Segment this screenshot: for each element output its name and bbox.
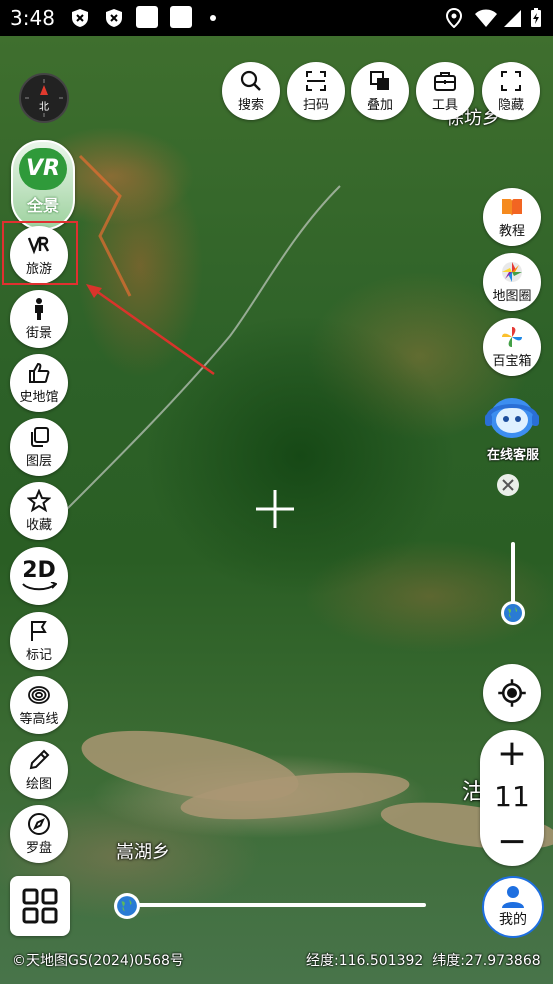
pinwheel-icon	[502, 327, 522, 347]
customer-service-label: 在线客服	[486, 448, 539, 463]
zoom-in-button[interactable]: +	[480, 734, 544, 774]
2d-3d-toggle-button[interactable]: 2D	[10, 547, 68, 605]
horizontal-slider[interactable]	[122, 903, 426, 907]
2d-label: 2D	[22, 558, 56, 583]
hide-label: 隐藏	[497, 98, 524, 113]
star-icon	[27, 489, 51, 513]
shield-x-icon	[70, 8, 90, 28]
toolbox-treasure-label: 百宝箱	[492, 354, 532, 369]
scan-label: 扫码	[302, 98, 329, 113]
customer-service-button[interactable]: 在线客服	[478, 390, 548, 466]
minus-icon: −	[496, 821, 528, 862]
layers-icon	[31, 427, 49, 447]
rotate-2d-icon	[22, 582, 57, 591]
mark-label: 标记	[25, 648, 52, 663]
aperture-icon	[502, 262, 522, 282]
signal-icon	[502, 8, 522, 28]
copyright-text: ©天地图GS(2024)0568号	[12, 953, 184, 969]
book-icon	[502, 199, 522, 216]
grid-icon	[22, 888, 58, 924]
history-museum-label: 史地馆	[19, 390, 59, 405]
close-icon	[502, 479, 514, 491]
locate-icon	[498, 679, 526, 707]
mark-button[interactable]: 标记	[10, 612, 68, 670]
me-button[interactable]: 我的	[482, 876, 544, 938]
menu-grid-button[interactable]	[10, 876, 70, 936]
tools-button[interactable]: 工具	[416, 62, 474, 120]
flag-icon	[31, 621, 47, 641]
wifi-icon	[474, 8, 498, 28]
robot-avatar-icon	[485, 398, 539, 438]
location-icon	[444, 7, 464, 29]
overlay-label: 叠加	[366, 98, 393, 113]
compass-label: 北	[39, 101, 49, 113]
coordinates-readout: 经度:116.501392 纬度:27.973868	[306, 953, 541, 969]
toolbox-treasure-button[interactable]: 百宝箱	[483, 318, 541, 376]
annotation-arrow	[86, 284, 215, 376]
map-circle-label: 地图圈	[492, 289, 532, 304]
contour-icon	[28, 686, 50, 704]
vr-badge-title: VR	[19, 148, 67, 190]
vertical-slider-handle[interactable]	[501, 601, 525, 625]
globe-icon	[504, 604, 522, 622]
compass-tool-label: 罗盘	[25, 841, 52, 856]
plus-icon: +	[496, 733, 528, 774]
compass-tool-button[interactable]: 罗盘	[10, 805, 68, 863]
favorites-label: 收藏	[25, 518, 52, 533]
overlay-icon	[370, 71, 389, 90]
highlight-box	[2, 221, 78, 285]
place-label: 嵩湖乡	[116, 842, 170, 863]
compass-icon	[28, 813, 50, 835]
me-label: 我的	[499, 912, 527, 928]
toolbox-icon	[434, 72, 456, 91]
scan-icon	[306, 71, 326, 91]
horizontal-slider-handle[interactable]	[114, 893, 140, 919]
vr-badge-label: 全景	[26, 196, 59, 215]
zoom-out-button[interactable]: −	[480, 822, 544, 862]
street-view-label: 街景	[25, 326, 52, 341]
hide-button[interactable]: 隐藏	[482, 62, 540, 120]
tutorial-label: 教程	[498, 224, 525, 239]
vr-panorama-button[interactable]: VR 全景	[11, 140, 75, 230]
scan-button[interactable]: 扫码	[287, 62, 345, 120]
compass-button[interactable]: 北	[19, 73, 69, 123]
overlay-button[interactable]: 叠加	[351, 62, 409, 120]
close-service-button[interactable]	[497, 474, 519, 496]
map-center-crosshair	[256, 490, 294, 528]
square-icon	[136, 6, 158, 28]
hide-icon	[501, 71, 521, 91]
square-icon	[170, 6, 192, 28]
layers-button[interactable]: 图层	[10, 418, 68, 476]
pencil-icon	[29, 749, 50, 770]
globe-icon	[117, 896, 137, 916]
shield-x-icon	[104, 8, 124, 28]
status-bar: 3:48	[0, 0, 553, 36]
zoom-level: 11	[494, 780, 530, 813]
map-circle-button[interactable]: 地图圈	[483, 253, 541, 311]
search-label: 搜索	[237, 98, 264, 113]
dot-icon	[210, 15, 216, 21]
zoom-control: + 11 −	[480, 730, 544, 866]
thumbs-up-icon	[29, 362, 50, 383]
draw-button[interactable]: 绘图	[10, 741, 68, 799]
battery-charging-icon	[530, 8, 542, 28]
tools-label: 工具	[431, 98, 458, 113]
person-icon	[35, 298, 43, 320]
layers-label: 图层	[25, 454, 52, 469]
history-museum-button[interactable]: 史地馆	[10, 354, 68, 412]
search-icon	[240, 70, 261, 91]
contour-label: 等高线	[19, 712, 59, 727]
user-icon	[502, 886, 524, 908]
locate-button[interactable]	[483, 664, 541, 722]
tutorial-button[interactable]: 教程	[483, 188, 541, 246]
status-time: 3:48	[10, 6, 55, 30]
search-button[interactable]: 搜索	[222, 62, 280, 120]
contour-button[interactable]: 等高线	[10, 676, 68, 734]
draw-label: 绘图	[25, 777, 52, 792]
street-view-button[interactable]: 街景	[10, 290, 68, 348]
favorites-button[interactable]: 收藏	[10, 482, 68, 540]
